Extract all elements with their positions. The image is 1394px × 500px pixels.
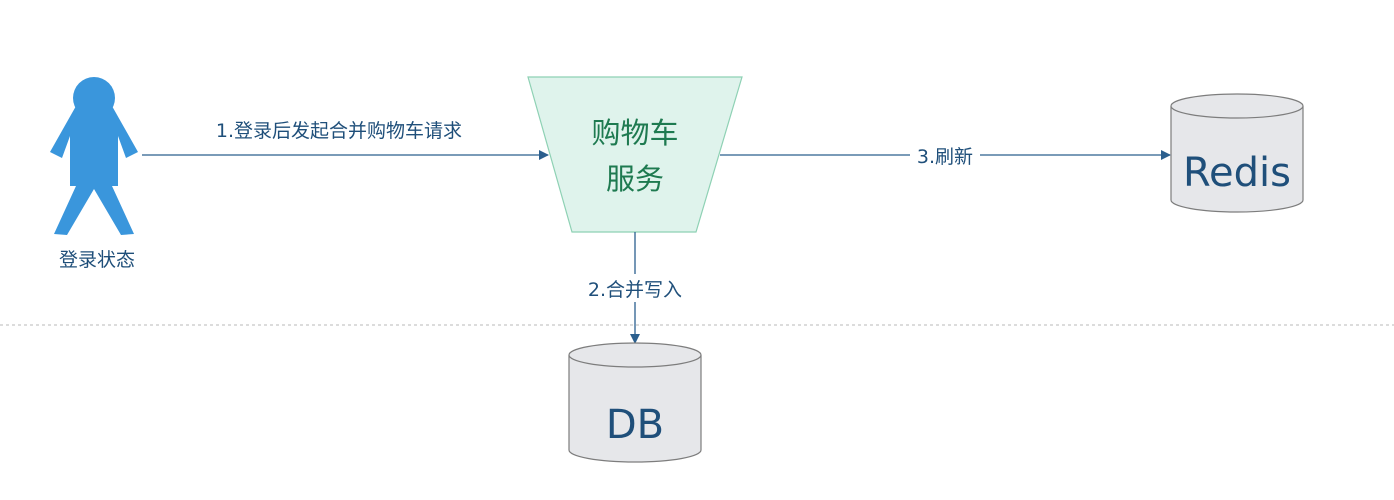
merge-request-label: 1.登录后发起合并购物车请求 (216, 120, 462, 142)
architecture-diagram: 登录状态 1.登录后发起合并购物车请求 购物车 服务 3.刷新 Redis 2.… (0, 76, 1394, 463)
redis-cylinder-top (1170, 93, 1304, 119)
cart-service-node (527, 76, 743, 233)
refresh-label: 3.刷新 (917, 146, 973, 168)
cart-service-label-line2: 服务 (606, 162, 664, 196)
db-cylinder-top (568, 342, 702, 368)
db-label: DB (606, 402, 664, 448)
cart-service-label-line1: 购物车 (591, 116, 678, 150)
redis-label: Redis (1183, 150, 1291, 196)
actor-label: 登录状态 (59, 249, 135, 271)
person-icon (50, 77, 138, 235)
merge-write-label: 2.合并写入 (588, 279, 682, 301)
